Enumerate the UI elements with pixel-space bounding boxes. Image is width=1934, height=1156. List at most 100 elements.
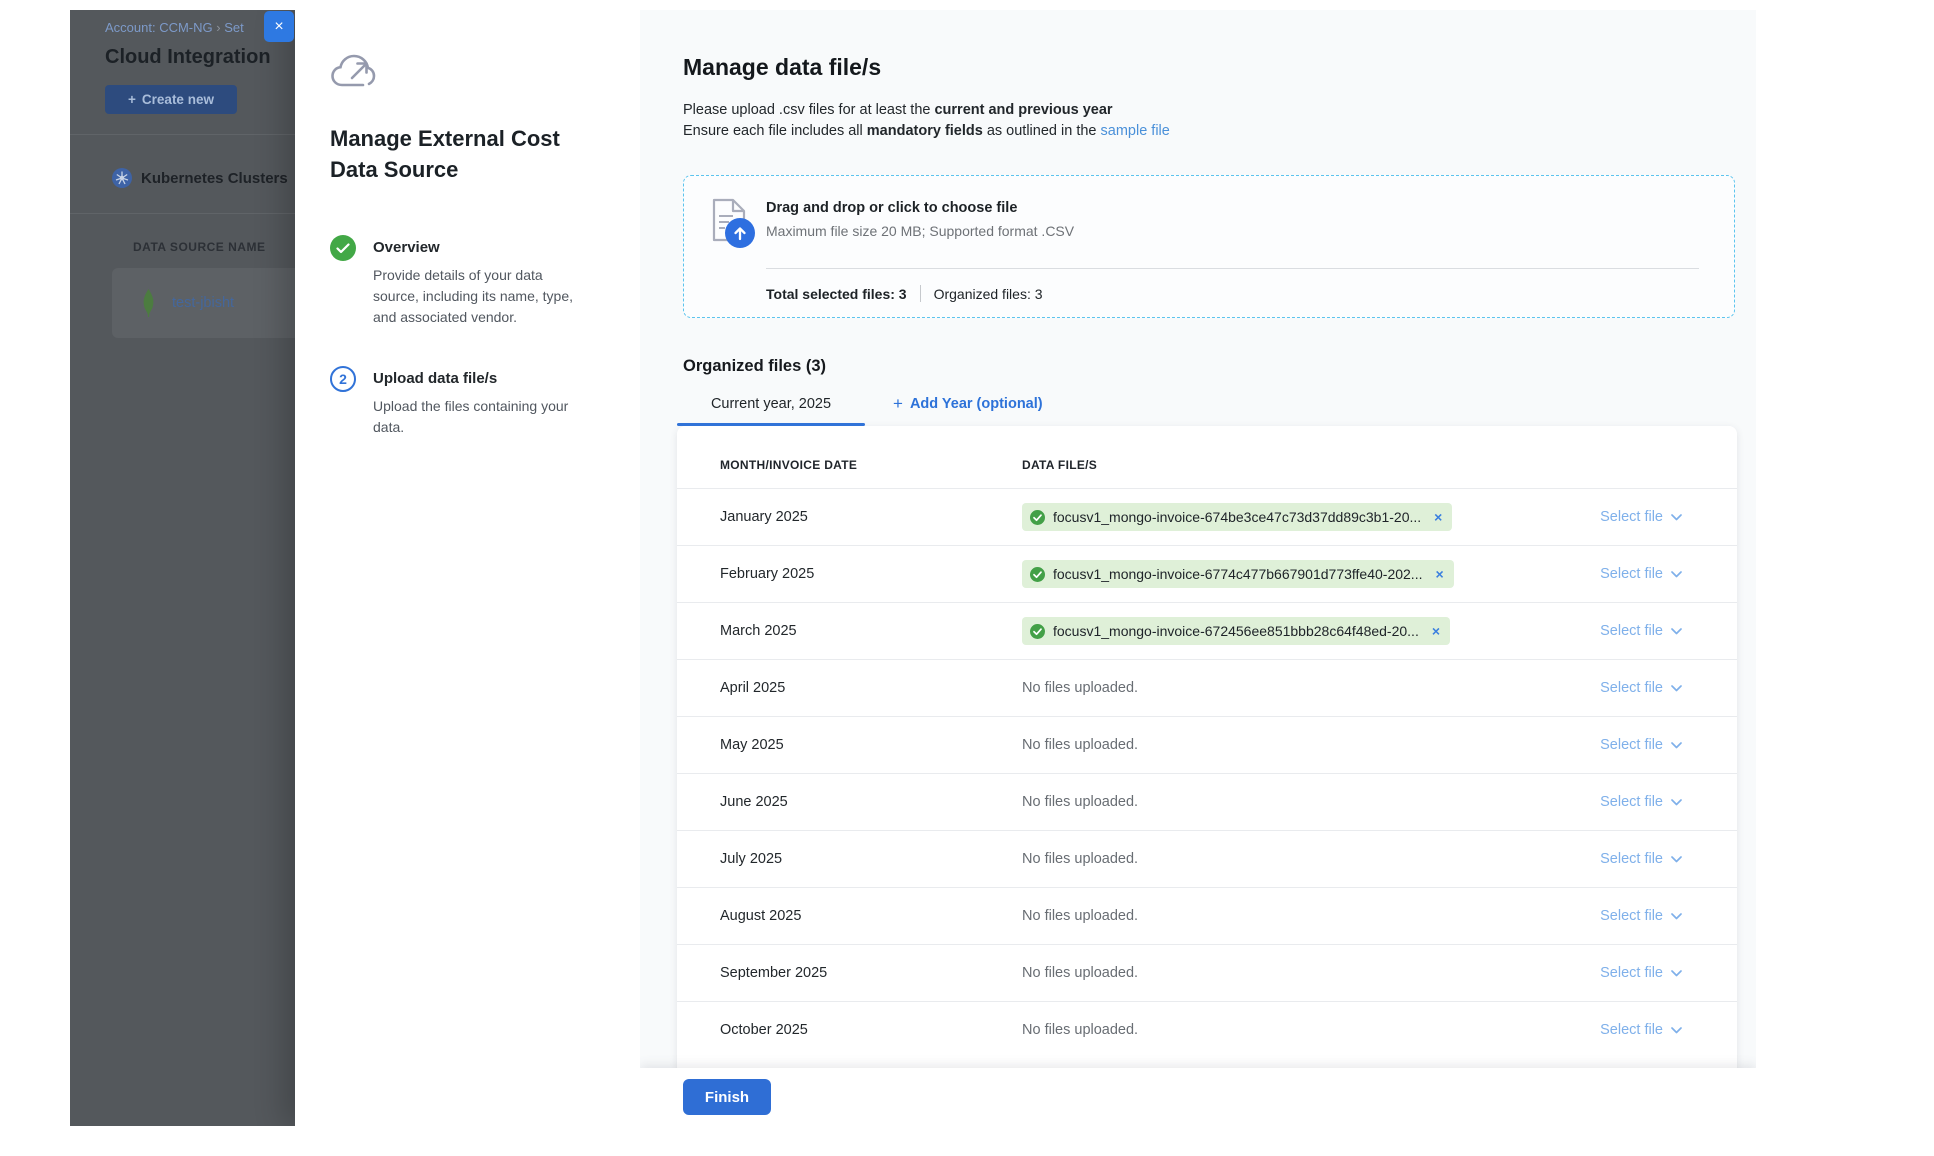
- step-label: Overview: [373, 235, 588, 256]
- close-button[interactable]: ×: [264, 11, 294, 42]
- dropzone-title: Drag and drop or click to choose file: [766, 198, 1074, 216]
- data-source-row[interactable]: test-jbisht: [112, 268, 295, 338]
- plus-icon: +: [128, 92, 136, 107]
- app-window: Account: CCM-NG › Set Cloud Integration …: [70, 10, 1756, 1126]
- file-name: focusv1_mongo-invoice-672456ee851bbb28c6…: [1053, 623, 1419, 639]
- add-year-button[interactable]: + Add Year (optional): [893, 395, 1043, 426]
- organized-files-table: MONTH/INVOICE DATE DATA FILE/S January 2…: [677, 426, 1737, 1082]
- kubernetes-icon: [112, 168, 132, 188]
- month-label: June 2025: [677, 794, 1022, 810]
- step-number-badge: 2: [330, 366, 356, 392]
- table-row: September 2025 No files uploaded. Select…: [677, 944, 1737, 1001]
- select-file-dropdown[interactable]: Select file: [1600, 737, 1682, 753]
- cloud-export-icon: [330, 54, 612, 97]
- finish-button[interactable]: Finish: [683, 1079, 771, 1115]
- divider: [920, 285, 921, 302]
- year-tabs: Current year, 2025 + Add Year (optional): [677, 392, 1756, 426]
- step-description: Upload the files containing your data.: [373, 396, 588, 438]
- month-label: May 2025: [677, 737, 1022, 753]
- divider: [70, 213, 295, 214]
- select-file-dropdown[interactable]: Select file: [1600, 509, 1682, 525]
- file-stats: Total selected files: 3 Organized files:…: [766, 285, 1043, 302]
- wizard-steps: Overview Provide details of your data so…: [330, 235, 612, 438]
- table-row: January 2025 focusv1_mongo-invoice-674be…: [677, 488, 1737, 545]
- chevron-down-icon: [1671, 799, 1682, 806]
- active-tab-underline: [677, 423, 865, 426]
- upload-instructions: Please upload .csv files for at least th…: [683, 100, 1756, 142]
- total-selected-files: Total selected files: 3: [766, 286, 907, 302]
- table-row: March 2025 focusv1_mongo-invoice-672456e…: [677, 602, 1737, 659]
- remove-file-button[interactable]: ×: [1432, 624, 1440, 638]
- step-completed-check-icon: [330, 235, 356, 261]
- wizard-step-overview[interactable]: Overview Provide details of your data so…: [330, 235, 612, 328]
- step-label: Upload data file/s: [373, 366, 588, 387]
- mongodb-leaf-icon: [142, 289, 155, 317]
- wizard-step-upload[interactable]: 2 Upload data file/s Upload the files co…: [330, 366, 612, 438]
- instructions-line-1: Please upload .csv files for at least th…: [683, 100, 1756, 121]
- wizard-title: Manage External Cost Data Source: [330, 123, 570, 185]
- tab-kubernetes-clusters[interactable]: Kubernetes Clusters: [112, 168, 288, 188]
- table-row: February 2025 focusv1_mongo-invoice-6774…: [677, 545, 1737, 602]
- month-label: February 2025: [677, 566, 1022, 582]
- chevron-down-icon: [1671, 628, 1682, 635]
- select-file-dropdown[interactable]: Select file: [1600, 965, 1682, 981]
- table-row: August 2025 No files uploaded. Select fi…: [677, 887, 1737, 944]
- chevron-down-icon: [1671, 970, 1682, 977]
- month-label: April 2025: [677, 680, 1022, 696]
- file-success-check-icon: [1030, 567, 1045, 582]
- select-file-dropdown[interactable]: Select file: [1600, 851, 1682, 867]
- column-header-month: MONTH/INVOICE DATE: [677, 458, 1022, 472]
- chevron-down-icon: [1671, 742, 1682, 749]
- remove-file-button[interactable]: ×: [1435, 567, 1443, 581]
- no-files-text: No files uploaded.: [1022, 737, 1138, 753]
- divider: [70, 134, 295, 135]
- file-success-check-icon: [1030, 624, 1045, 639]
- column-header-data-source-name: DATA SOURCE NAME: [133, 240, 265, 254]
- chevron-down-icon: [1671, 856, 1682, 863]
- select-file-dropdown[interactable]: Select file: [1600, 794, 1682, 810]
- select-file-dropdown[interactable]: Select file: [1600, 680, 1682, 696]
- data-source-link[interactable]: test-jbisht: [172, 295, 234, 311]
- no-files-text: No files uploaded.: [1022, 965, 1138, 981]
- chevron-down-icon: [1671, 913, 1682, 920]
- no-files-text: No files uploaded.: [1022, 908, 1138, 924]
- wizard-steps-panel: Manage External Cost Data Source Overvie…: [295, 10, 640, 1126]
- tab-current-year[interactable]: Current year, 2025: [677, 392, 865, 426]
- table-row: May 2025 No files uploaded. Select file: [677, 716, 1737, 773]
- manage-data-source-drawer: Manage External Cost Data Source Overvie…: [295, 10, 1756, 1126]
- sample-file-link[interactable]: sample file: [1101, 123, 1170, 139]
- divider: [766, 268, 1699, 269]
- file-dropzone[interactable]: Drag and drop or click to choose file Ma…: [683, 175, 1735, 318]
- select-file-dropdown[interactable]: Select file: [1600, 1022, 1682, 1038]
- select-file-dropdown[interactable]: Select file: [1600, 908, 1682, 924]
- breadcrumb: Account: CCM-NG › Set: [105, 20, 244, 35]
- remove-file-button[interactable]: ×: [1434, 510, 1442, 524]
- table-row: April 2025 No files uploaded. Select fil…: [677, 659, 1737, 716]
- month-label: September 2025: [677, 965, 1022, 981]
- dropzone-subtitle: Maximum file size 20 MB; Supported forma…: [766, 223, 1074, 239]
- select-file-dropdown[interactable]: Select file: [1600, 566, 1682, 582]
- month-label: July 2025: [677, 851, 1022, 867]
- instructions-line-2: Ensure each file includes all mandatory …: [683, 121, 1756, 142]
- table-row: July 2025 No files uploaded. Select file: [677, 830, 1737, 887]
- select-file-dropdown[interactable]: Select file: [1600, 623, 1682, 639]
- chevron-down-icon: [1671, 1027, 1682, 1034]
- no-files-text: No files uploaded.: [1022, 680, 1138, 696]
- close-icon: ×: [274, 19, 283, 35]
- no-files-text: No files uploaded.: [1022, 794, 1138, 810]
- breadcrumb-account-link[interactable]: Account: CCM-NG: [105, 20, 213, 35]
- upload-arrow-icon: [725, 218, 755, 248]
- chevron-down-icon: [1671, 571, 1682, 578]
- month-label: October 2025: [677, 1022, 1022, 1038]
- file-name: focusv1_mongo-invoice-6774c477b667901d77…: [1053, 566, 1422, 582]
- table-row: October 2025 No files uploaded. Select f…: [677, 1001, 1737, 1058]
- chevron-down-icon: [1671, 514, 1682, 521]
- create-new-button[interactable]: + Create new: [105, 85, 237, 114]
- uploaded-file-chip: focusv1_mongo-invoice-674be3ce47c73d37dd…: [1022, 503, 1452, 531]
- month-label: January 2025: [677, 509, 1022, 525]
- file-success-check-icon: [1030, 510, 1045, 525]
- breadcrumb-trail-link[interactable]: Set: [224, 20, 244, 35]
- column-header-data-file: DATA FILE/S: [1022, 458, 1097, 472]
- organized-files-heading: Organized files (3): [683, 357, 1756, 376]
- month-label: March 2025: [677, 623, 1022, 639]
